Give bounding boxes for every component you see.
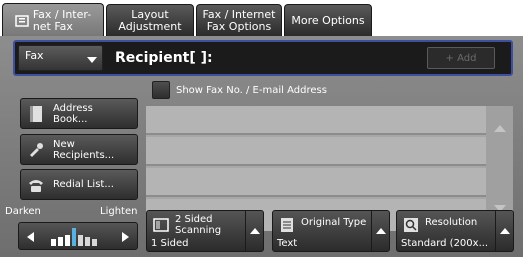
density-bar [58,237,63,246]
recipient-bar: Fax Recipient[ ]: + Add [13,40,513,76]
bottom-controls: Darken Lighten 2 Sided Scanning 1 Sided … [0,200,523,257]
density-bar [92,239,97,246]
add-button[interactable]: + Add [427,47,495,69]
lighten-button[interactable] [122,232,129,242]
address-book-button[interactable]: Address Book... [20,98,138,129]
show-fax-toggle[interactable]: Show Fax No. / E-mail Address [152,81,327,99]
show-fax-checkbox[interactable] [152,81,170,99]
feature-name: Original Type [301,217,367,228]
list-item[interactable] [146,168,486,197]
address-book-label: Address Book... [53,102,93,125]
chevron-up-icon [499,228,510,234]
density-bar [51,239,56,246]
feature-name: 2 Sided Scanning [175,214,222,236]
redial-list-label: Redial List... [53,179,114,190]
address-book-icon [30,105,42,122]
tab-bar: Fax / Inter- net Fax Layout Adjustment F… [0,0,523,37]
chevron-up-icon [375,228,386,234]
feature-value: Standard (200x... [401,238,489,249]
density-bar [65,235,70,246]
show-fax-label: Show Fax No. / E-mail Address [176,84,327,96]
expand-button[interactable] [245,211,263,251]
tab-label: Layout Adjustment [118,7,182,33]
tab-more-options[interactable]: More Options [284,4,372,36]
tab-layout-adjustment[interactable]: Layout Adjustment [106,4,194,36]
scroll-up-button[interactable] [486,106,513,151]
resolution-button[interactable]: Resolution Standard (200x... [396,210,514,252]
fax-icon [15,14,29,27]
arrow-up-icon [493,125,506,132]
new-recipients-button[interactable]: New Recipients... [20,134,138,165]
tab-label: Fax / Inter- net Fax [32,7,92,33]
chevron-up-icon [249,228,260,234]
document-icon [281,218,293,232]
new-recipients-label: New Recipients... [53,138,115,161]
fax-type-dropdown[interactable]: Fax [18,45,103,71]
redial-list-button[interactable]: Redial List... [20,169,138,200]
tab-label: Fax / Internet Fax Options [202,7,276,33]
fax-type-value: Fax [25,49,44,62]
darken-button[interactable] [27,232,34,242]
book-icon [153,218,169,232]
new-recipient-icon [30,142,43,157]
two-sided-scanning-button[interactable]: 2 Sided Scanning 1 Sided [146,210,264,252]
recipient-label: Recipient[ ]: [115,50,213,66]
telephone-icon [29,179,43,192]
original-type-button[interactable]: Original Type Text [272,210,390,252]
tab-fax-internet-fax[interactable]: Fax / Inter- net Fax [2,3,104,37]
expand-button[interactable] [371,211,389,251]
expand-button[interactable] [495,211,513,251]
tab-label: More Options [291,13,365,27]
magnifier-icon [404,218,418,232]
density-bar-current [72,228,76,246]
density-control [18,222,138,250]
density-bar [85,237,90,246]
chevron-down-icon [87,57,97,63]
feature-value: Text [277,238,298,249]
feature-value: 1 Sided [151,238,189,249]
density-bar [78,235,83,246]
darken-label: Darken [5,206,41,217]
list-item[interactable] [146,106,486,135]
feature-name: Resolution [425,217,478,228]
list-item[interactable] [146,137,486,166]
tab-fax-internet-fax-options[interactable]: Fax / Internet Fax Options [196,4,282,36]
density-level-indicator [51,228,103,246]
lighten-label: Lighten [100,206,138,217]
